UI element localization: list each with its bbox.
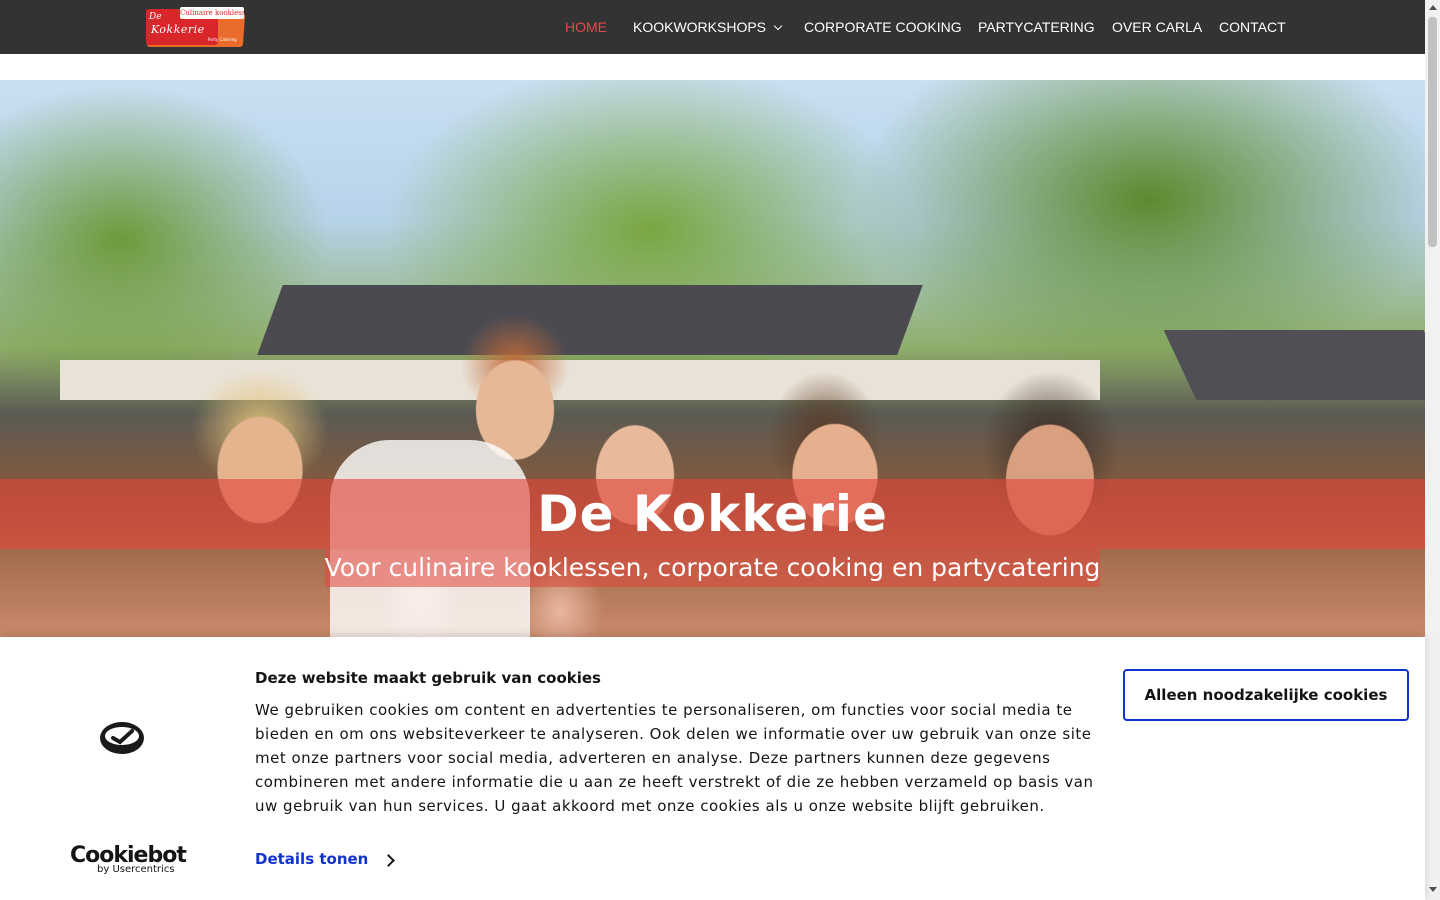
necessary-cookies-only-button[interactable]: Alleen noodzakelijke cookies [1123,669,1409,721]
scrollbar-thumb[interactable] [1428,17,1437,247]
scroll-down-arrow-icon[interactable] [1429,887,1437,892]
cookiebot-byline: by Usercentrics [97,864,175,875]
logo-name: Kokkerie [151,23,205,36]
hero-title: De Kokkerie [537,485,888,543]
nav-item-kookworkshops-label: KOOKWORKSHOPS [633,19,767,35]
nav-item-over-carla[interactable]: OVER CARLA [1112,0,1202,54]
logo-tagline: Culinaire kooklessen [180,7,244,19]
scroll-up-arrow-icon[interactable] [1429,5,1437,10]
nav-item-partycatering[interactable]: PARTYCATERING [978,0,1095,54]
nav-item-kookworkshops[interactable]: KOOKWORKSHOPS [633,0,783,54]
logo-de: De [149,12,162,22]
cookie-description: We gebruiken cookies om content en adver… [255,701,1094,815]
hero-subtitle: Voor culinaire kooklessen, corporate coo… [324,549,1101,587]
hero-section: De Kokkerie Voor culinaire kooklessen, c… [0,80,1425,637]
nav-item-corporate-cooking[interactable]: CORPORATE COOKING [804,0,962,54]
cookie-heading: Deze website maakt gebruik van cookies [255,669,601,687]
chevron-right-icon[interactable] [382,854,395,867]
cookie-consent-banner: Cookiebot by Usercentrics Deze website m… [0,637,1425,900]
hero-photo-group [120,310,1360,637]
show-details-link[interactable]: Details tonen [255,850,368,868]
chevron-down-icon [773,21,783,31]
hero-subtitle-wrap: Voor culinaire kooklessen, corporate coo… [0,549,1425,587]
page-scrollbar[interactable] [1425,0,1440,900]
nav-item-contact[interactable]: CONTACT [1219,0,1286,54]
logo-subtext: Party Catering [208,37,237,42]
site-logo[interactable]: Culinaire kooklessen De Kokkerie Party C… [146,7,246,47]
cookiebot-logo-icon [100,722,144,754]
top-navigation: Culinaire kooklessen De Kokkerie Party C… [0,0,1425,54]
nav-item-home[interactable]: HOME [565,0,607,54]
